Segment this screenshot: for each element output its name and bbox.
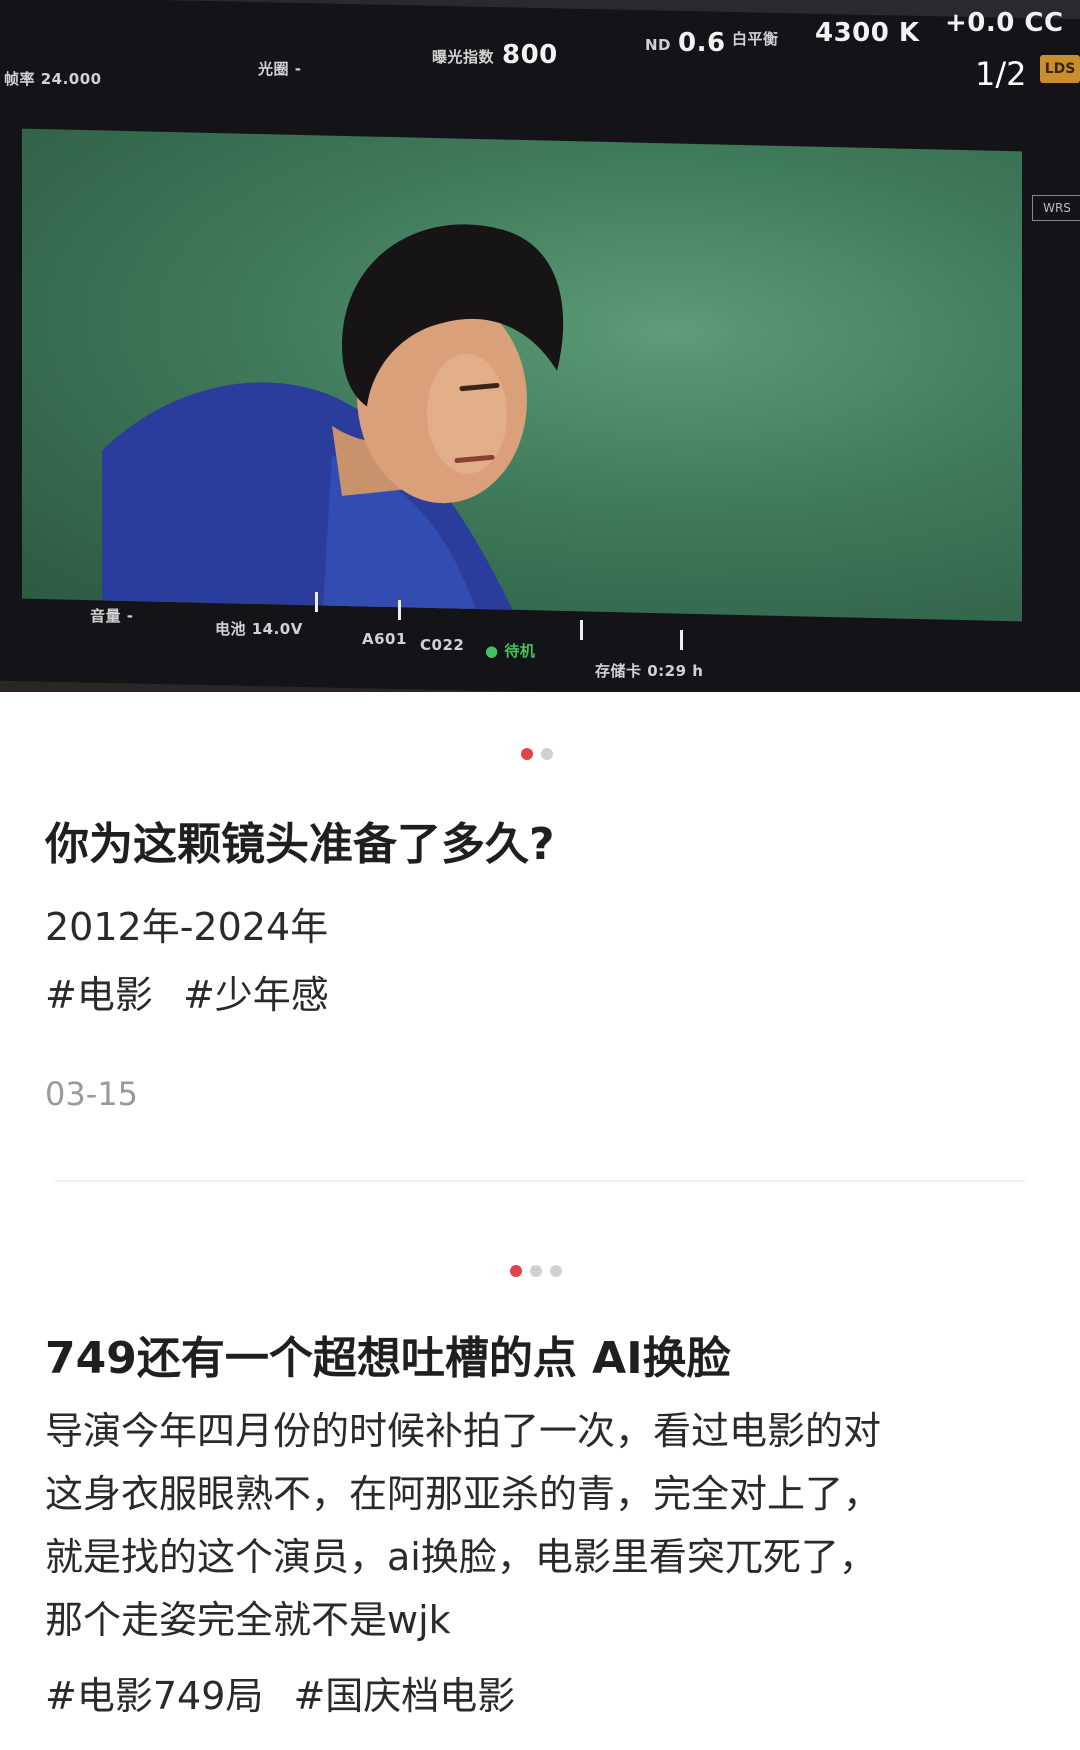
hud-nd-label: ND	[645, 36, 672, 54]
hud-exposure-label: 曝光指数	[432, 48, 495, 66]
hud-wrs-badge: WRS	[1032, 195, 1080, 221]
photo-page-indicator: 1/2	[975, 55, 1027, 93]
hud-status-label: 待机	[504, 642, 536, 660]
actor-figure	[102, 224, 564, 622]
hashtag-movie-749[interactable]: #电影749局	[45, 1674, 263, 1718]
body-line: 那个走姿完全就不是wjk	[45, 1598, 451, 1642]
hud-storage: 存储卡 0:29 h	[595, 662, 704, 680]
hud-nd-value: 0.6	[678, 28, 726, 58]
hud-tick	[680, 630, 683, 650]
post-title: 你为这颗镜头准备了多久?	[45, 819, 555, 870]
body-line: 这身衣服眼熟不，在阿那亚杀的青，完全对上了，	[45, 1472, 882, 1516]
hud-exposure-value: 800	[502, 40, 558, 70]
hud-volume: 音量 -	[90, 607, 134, 625]
hashtag-national-day-movie[interactable]: #国庆档电影	[293, 1674, 515, 1718]
hud-battery: 电池 14.0V	[215, 620, 303, 638]
post-tags: #电影749局 #国庆档电影	[45, 1665, 533, 1720]
carousel-dots[interactable]	[521, 748, 553, 760]
hud-kelvin: 4300 K	[815, 18, 920, 48]
post-subtitle-years: 2012年-2024年	[45, 905, 329, 949]
carousel-dot-2[interactable]	[530, 1265, 542, 1277]
green-screen-frame	[22, 128, 1022, 622]
hud-wb-label: 白平衡	[732, 30, 779, 48]
hud-tint: +0.0 CC	[945, 8, 1064, 38]
hud-frame-rate: 帧率 24.000	[4, 70, 102, 88]
hud-tick	[315, 592, 318, 612]
post-photo[interactable]: 帧率 24.000 光圈 - 曝光指数 800 ND 0.6 白平衡 4300 …	[0, 0, 1080, 692]
carousel-dot-1[interactable]	[510, 1265, 522, 1277]
hud-tick	[398, 600, 401, 620]
post-date: 03-15	[45, 1075, 138, 1113]
hashtag-youth[interactable]: #少年感	[183, 973, 329, 1017]
carousel-dots[interactable]	[510, 1265, 562, 1277]
post-divider	[55, 1180, 1025, 1182]
carousel-dot-3[interactable]	[550, 1265, 562, 1277]
body-line: 就是找的这个演员，ai换脸，电影里看突兀死了，	[45, 1535, 877, 1579]
hud-iris: 光圈 -	[258, 60, 302, 78]
body-line: 导演今年四月份的时候补拍了一次，看过电影的对	[45, 1409, 882, 1453]
post-tags: #电影 #少年感	[45, 964, 347, 1019]
hashtag-movie[interactable]: #电影	[45, 973, 153, 1017]
hud-clip-a: A601	[362, 630, 407, 648]
post-body: 导演今年四月份的时候补拍了一次，看过电影的对 这身衣服眼熟不，在阿那亚杀的青，完…	[45, 1400, 1045, 1652]
hud-status-standby: ● 待机	[485, 642, 536, 660]
hud-clip-c: C022	[420, 636, 465, 654]
carousel-dot-2[interactable]	[541, 748, 553, 760]
hud-lds-badge: LDS	[1040, 55, 1080, 83]
carousel-dot-1[interactable]	[521, 748, 533, 760]
hud-tick	[580, 620, 583, 640]
post-title: 749还有一个超想吐槽的点 AI换脸	[45, 1333, 731, 1384]
